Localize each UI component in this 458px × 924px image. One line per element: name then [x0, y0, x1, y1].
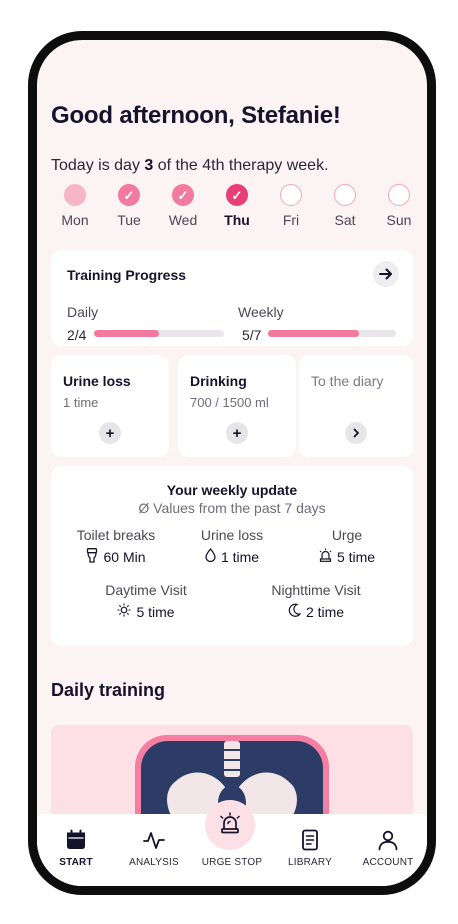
diary-card[interactable]: To the diary — [299, 355, 413, 457]
therapy-day-number: 3 — [144, 157, 154, 174]
daily-progress-fill — [94, 330, 159, 337]
empty-circle-icon — [280, 184, 302, 206]
weekly-progress-label: Weekly — [238, 304, 284, 320]
activity-icon — [142, 828, 166, 852]
home-screen: Good afternoon, Stefanie! Today is day 3… — [37, 40, 427, 886]
document-icon — [298, 828, 322, 852]
day-mon[interactable]: Mon — [49, 184, 101, 228]
phone-frame: Good afternoon, Stefanie! Today is day 3… — [28, 31, 436, 895]
day-status-icon — [64, 184, 86, 206]
toilet-icon — [86, 548, 98, 566]
check-icon: ✓ — [118, 184, 140, 206]
greeting-heading: Good afternoon, Stefanie! — [51, 102, 341, 129]
training-progress-card[interactable]: Training Progress Daily 2/4 Weekly 5/7 — [51, 250, 413, 346]
daily-progress-label: Daily — [67, 304, 99, 320]
day-fri[interactable]: Fri — [265, 184, 317, 228]
weekly-progress-bar — [268, 330, 396, 337]
stat-urge: Urge 5 time — [291, 527, 403, 565]
day-thu[interactable]: ✓ Thu — [211, 184, 263, 228]
urge-stop-button[interactable] — [205, 800, 255, 850]
check-icon: ✓ — [172, 184, 194, 206]
stat-daytime-visit: Daytime Visit 5 time — [105, 582, 187, 620]
diary-link-label: To the diary — [311, 373, 384, 389]
day-sat[interactable]: Sat — [319, 184, 371, 228]
calendar-icon — [64, 828, 88, 852]
tab-start[interactable]: START — [37, 814, 115, 886]
user-icon — [376, 828, 400, 852]
empty-circle-icon — [334, 184, 356, 206]
weekly-update-title: Your weekly update — [166, 482, 298, 498]
week-day-tracker: Mon ✓ Tue ✓ Wed ✓ Thu Fri Sat Sun — [51, 184, 419, 234]
training-progress-title: Training Progress — [67, 267, 187, 283]
weekly-update-subtitle: Ø Values from the past 7 days — [138, 500, 326, 516]
urine-loss-title: Urine loss — [63, 373, 131, 389]
drinking-title: Drinking — [190, 373, 247, 389]
daily-training-heading: Daily training — [51, 680, 166, 700]
check-icon: ✓ — [226, 184, 248, 206]
day-tue[interactable]: ✓ Tue — [103, 184, 155, 228]
chevron-right-icon[interactable] — [345, 422, 367, 444]
moon-icon — [288, 603, 302, 620]
day-wed[interactable]: ✓ Wed — [157, 184, 209, 228]
urine-loss-card[interactable]: Urine loss 1 time + — [51, 355, 169, 457]
arrow-right-icon[interactable] — [373, 261, 399, 287]
add-urine-loss-button[interactable]: + — [99, 422, 121, 444]
drinking-value: 700 / 1500 ml — [190, 395, 269, 410]
day-sun[interactable]: Sun — [373, 184, 425, 228]
sun-icon — [117, 603, 131, 620]
therapy-day-text: Today is day 3 of the 4th therapy week. — [51, 157, 329, 174]
daily-progress-bar — [94, 330, 224, 337]
drop-icon — [205, 547, 216, 565]
weekly-update-card: Your weekly update Ø Values from the pas… — [51, 466, 413, 646]
stat-toilet-breaks: Toilet breaks 60 Min — [76, 527, 156, 566]
tab-account[interactable]: ACCOUNT — [349, 814, 427, 886]
siren-icon — [319, 548, 332, 565]
tab-analysis[interactable]: ANALYSIS — [115, 814, 193, 886]
daily-progress-count: 2/4 — [67, 327, 87, 343]
weekly-progress-count: 5/7 — [242, 327, 262, 343]
alarm-icon — [218, 811, 242, 840]
stat-nighttime-visit: Nighttime Visit 2 time — [271, 582, 361, 620]
drinking-card[interactable]: Drinking 700 / 1500 ml + — [178, 355, 296, 457]
add-drinking-button[interactable]: + — [226, 422, 248, 444]
tab-library[interactable]: LIBRARY — [271, 814, 349, 886]
urine-loss-value: 1 time — [63, 395, 99, 410]
weekly-progress-fill — [268, 330, 359, 337]
stat-urine-loss: Urine loss 1 time — [200, 527, 264, 565]
empty-circle-icon — [388, 184, 410, 206]
